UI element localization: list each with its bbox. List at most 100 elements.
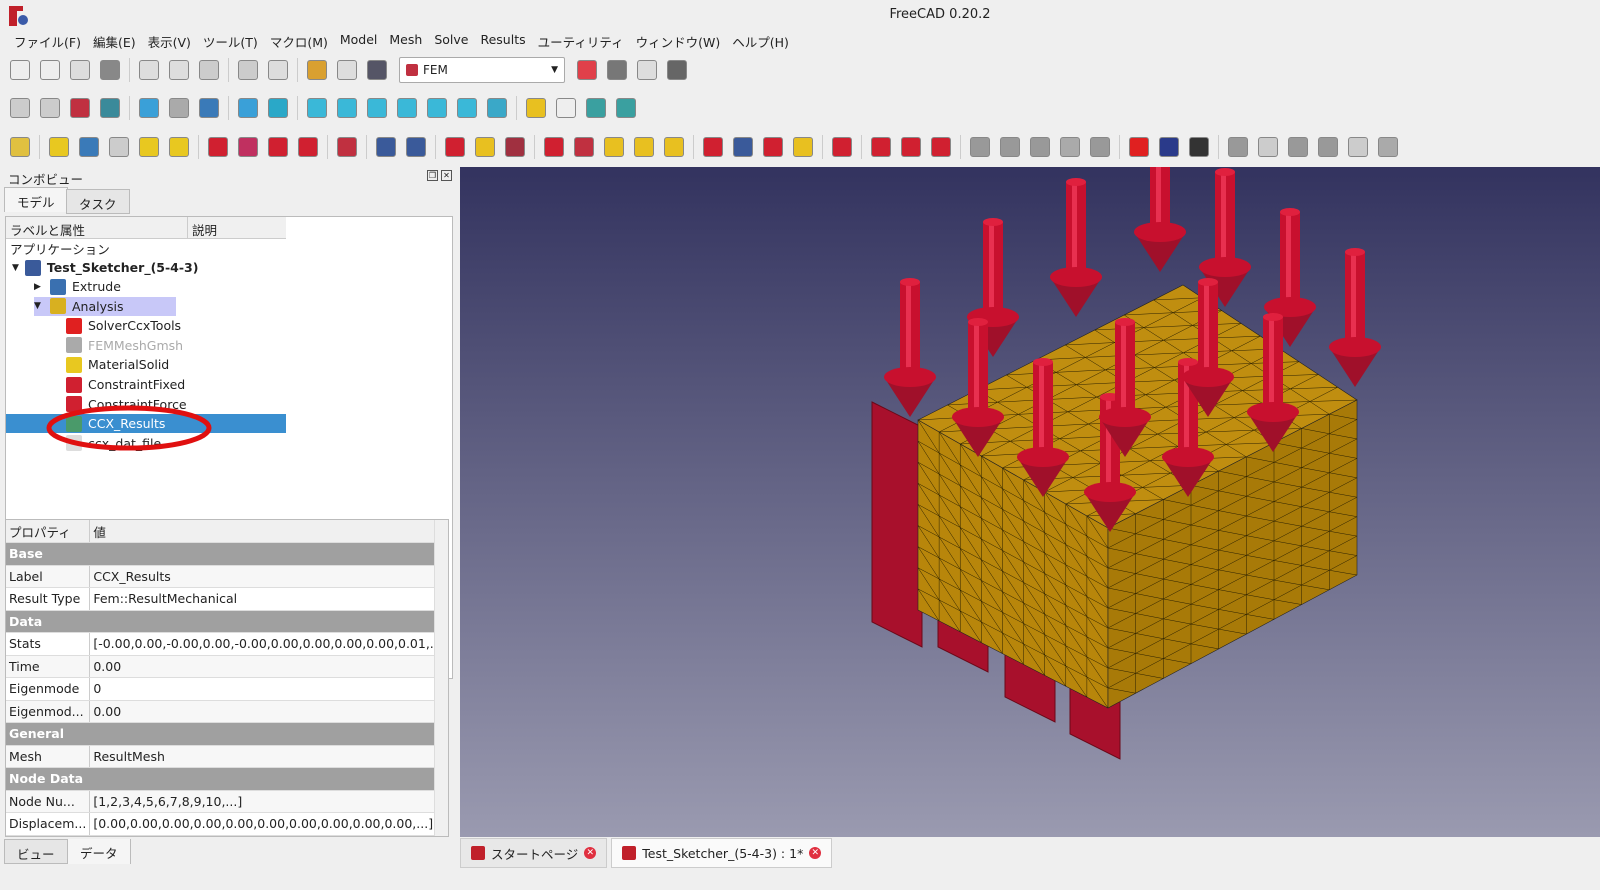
close-tab-icon[interactable]: ✕: [809, 847, 822, 859]
bounding-box-button[interactable]: [96, 94, 124, 122]
menu-item[interactable]: ツール(T): [197, 30, 264, 52]
menu-item[interactable]: ヘルプ(H): [726, 30, 795, 52]
menu-item[interactable]: ウィンドウ(W): [630, 30, 727, 52]
property-value[interactable]: [-0.00,0.00,-0.00,0.00,-0.00,0.00,0.00,0…: [89, 632, 448, 656]
save-button[interactable]: [66, 56, 94, 84]
property-value[interactable]: ResultMesh: [89, 745, 448, 768]
property-value[interactable]: 0.00: [89, 700, 448, 723]
property-row[interactable]: Displacem... [0.00,0.00,0.00,0.00,0.00,0.…: [6, 812, 448, 836]
spring-button[interactable]: [660, 133, 688, 161]
column-description[interactable]: 説明: [188, 217, 286, 238]
analysis-button[interactable]: [6, 133, 34, 161]
property-scrollbar[interactable]: [434, 520, 448, 836]
tab-tasks[interactable]: タスク: [66, 189, 130, 214]
mesh-boundary-button[interactable]: [1026, 133, 1054, 161]
column-value[interactable]: 値: [89, 520, 448, 543]
property-group[interactable]: Node Data: [6, 767, 448, 791]
property-row[interactable]: Time 0.00: [6, 655, 448, 678]
property-row[interactable]: Stats [-0.00,0.00,-0.00,0.00,-0.00,0.00,0…: [6, 632, 448, 656]
copy-button[interactable]: [165, 56, 193, 84]
property-row[interactable]: Label CCX_Results: [6, 565, 448, 588]
print-button[interactable]: [96, 56, 124, 84]
float-panel-button[interactable]: ❐: [427, 170, 438, 181]
property-row[interactable]: Eigenmod... 0.00: [6, 700, 448, 723]
back-button[interactable]: [135, 94, 163, 122]
link-button[interactable]: [582, 94, 610, 122]
element-geometry-button[interactable]: [204, 133, 232, 161]
expand-right-icon[interactable]: ▶: [34, 282, 44, 292]
property-group[interactable]: Base: [6, 542, 448, 566]
tree-item[interactable]: ConstraintForce: [66, 395, 187, 414]
tab-document[interactable]: Test_Sketcher_(5-4-3) : 1* ✕: [611, 838, 833, 868]
menu-item[interactable]: ファイル(F): [8, 30, 87, 52]
macro-editor-button[interactable]: [633, 56, 661, 84]
tree-item[interactable]: FEMMeshGmsh: [66, 336, 183, 355]
mesh-gmsh-button[interactable]: [996, 133, 1024, 161]
tree-item[interactable]: ConstraintFixed: [66, 375, 185, 394]
material-fluid-button[interactable]: [75, 133, 103, 161]
initial-temp-button[interactable]: [828, 133, 856, 161]
contour-button[interactable]: [1314, 133, 1342, 161]
property-row[interactable]: Eigenmode 0: [6, 677, 448, 701]
isometric-button[interactable]: [264, 94, 292, 122]
property-value[interactable]: CCX_Results: [89, 565, 448, 588]
menu-item[interactable]: Results: [474, 30, 531, 52]
3d-viewport[interactable]: [460, 133, 1600, 837]
force-button[interactable]: [540, 133, 568, 161]
refresh-button[interactable]: [333, 56, 361, 84]
tie-button[interactable]: [699, 133, 727, 161]
open-file-button[interactable]: [36, 56, 64, 84]
property-group[interactable]: General: [6, 722, 448, 746]
tab-data[interactable]: データ: [67, 839, 131, 864]
menu-item[interactable]: Model: [334, 30, 384, 52]
property-value[interactable]: Fem::ResultMechanical: [89, 587, 448, 611]
link-actions-button[interactable]: [612, 94, 640, 122]
expand-down-icon[interactable]: ▼: [34, 301, 44, 311]
menu-item[interactable]: 編集(E): [87, 30, 142, 52]
menu-item[interactable]: 表示(V): [142, 30, 197, 52]
menu-item[interactable]: マクロ(M): [264, 30, 334, 52]
shell-thickness-button[interactable]: [264, 133, 292, 161]
tree-item[interactable]: MaterialSolid: [66, 355, 169, 374]
clip-button[interactable]: [1254, 133, 1282, 161]
property-value[interactable]: [1,2,3,4,5,6,7,8,9,10,...]: [89, 790, 448, 813]
zoom-button[interactable]: [234, 94, 262, 122]
nonlinear-material-button[interactable]: [135, 133, 163, 161]
property-value[interactable]: [0.00,0.00,0.00,0.00,0.00,0.00,0.00,0.00…: [89, 812, 448, 836]
paste-button[interactable]: [195, 56, 223, 84]
section-print-button[interactable]: [333, 133, 361, 161]
tab-model[interactable]: モデル: [4, 187, 68, 212]
part-button[interactable]: [522, 94, 550, 122]
undo-button[interactable]: [234, 56, 262, 84]
mesh-region-button[interactable]: [1056, 133, 1084, 161]
temperature-button[interactable]: [759, 133, 787, 161]
cut-plane-button[interactable]: [1284, 133, 1312, 161]
measure-button[interactable]: [483, 94, 511, 122]
property-row[interactable]: Result Type Fem::ResultMechanical: [6, 587, 448, 611]
workbench-selector[interactable]: FEM ▼: [399, 57, 565, 83]
heatflux-button[interactable]: [789, 133, 817, 161]
pressure-button[interactable]: [570, 133, 598, 161]
potential-button[interactable]: [897, 133, 925, 161]
property-row[interactable]: Node Nu... [1,2,3,4,5,6,7,8,9,10,...]: [6, 790, 448, 813]
new-file-button[interactable]: [6, 56, 34, 84]
current-button[interactable]: [927, 133, 955, 161]
mesh-netgen-button[interactable]: [966, 133, 994, 161]
electrostatic-button[interactable]: [867, 133, 895, 161]
record-macro-button[interactable]: [573, 56, 601, 84]
group-button[interactable]: [552, 94, 580, 122]
close-panel-button[interactable]: ✕: [441, 170, 452, 181]
tree-item[interactable]: ccx_dat_file: [66, 434, 161, 453]
tree-item[interactable]: CCX_Results: [6, 414, 286, 434]
menu-item[interactable]: Mesh: [383, 30, 428, 52]
scalar-button[interactable]: [1344, 133, 1372, 161]
cut-button[interactable]: [135, 56, 163, 84]
macro-button[interactable]: [303, 56, 331, 84]
close-tab-icon[interactable]: ✕: [584, 847, 597, 859]
tree-document[interactable]: ▼ Test_Sketcher_(5-4-3): [12, 258, 198, 277]
mesh-group-button[interactable]: [1086, 133, 1114, 161]
front-view-button[interactable]: [303, 94, 331, 122]
bottom-view-button[interactable]: [423, 94, 451, 122]
elmer-button[interactable]: [1155, 133, 1183, 161]
displacement-button[interactable]: [471, 133, 499, 161]
